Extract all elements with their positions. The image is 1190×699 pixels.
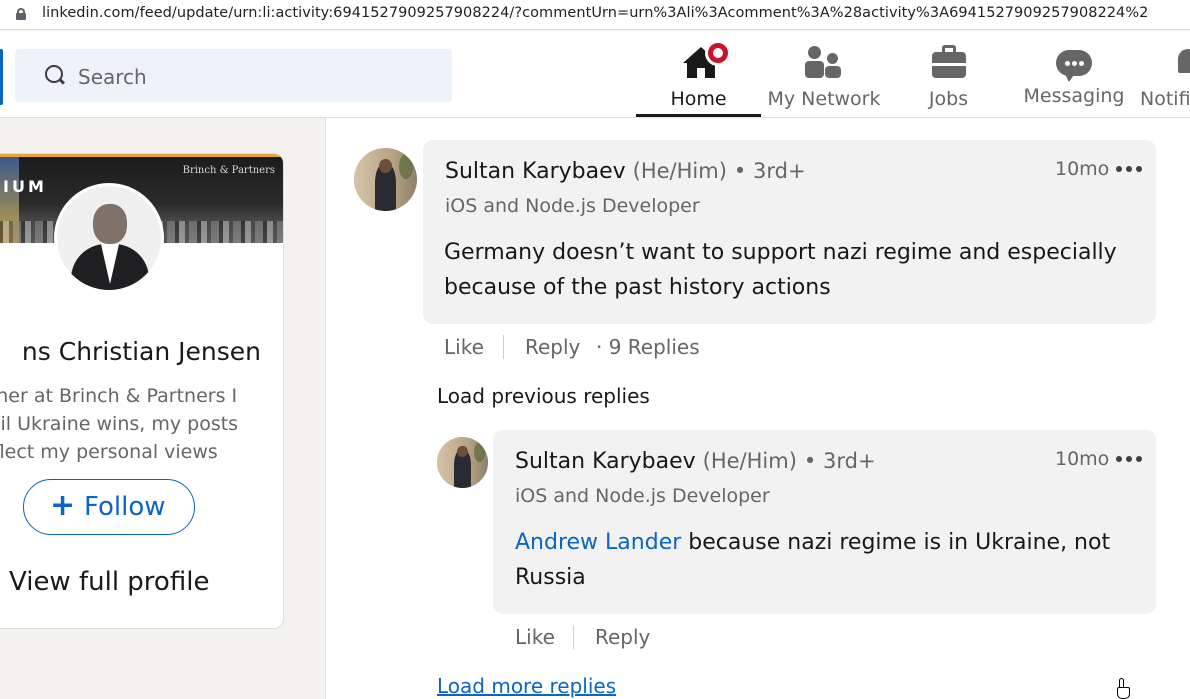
author-pronouns: (He/Him) bbox=[632, 159, 727, 183]
load-more-replies-link[interactable]: Load more replies bbox=[437, 674, 616, 698]
reply-author-avatar[interactable] bbox=[437, 437, 488, 488]
banner-brand: Brinch & Partners bbox=[182, 165, 275, 176]
comment-text: Germany doesn’t want to support nazi reg… bbox=[444, 240, 1117, 300]
search-input[interactable]: Search bbox=[15, 49, 452, 102]
search-placeholder: Search bbox=[78, 65, 147, 89]
lock-icon[interactable] bbox=[16, 8, 26, 20]
reply-button[interactable]: Reply bbox=[595, 625, 650, 649]
replies-count-link[interactable]: · 9 Replies bbox=[596, 335, 700, 359]
comment-timestamp: 10mo bbox=[1055, 158, 1110, 180]
nav-my-network[interactable]: My Network bbox=[761, 31, 887, 118]
address-bar[interactable]: linkedin.com/feed/update/urn:li:activity… bbox=[0, 0, 1190, 30]
nav-jobs[interactable]: Jobs bbox=[887, 31, 1010, 118]
action-divider bbox=[573, 625, 574, 649]
global-nav: Search Home My Network Jobs Messaging No… bbox=[0, 31, 1190, 118]
reply-text: Andrew Lander because nazi regime is in … bbox=[515, 530, 1111, 590]
banner-text: IUM bbox=[3, 177, 47, 196]
reply-timestamp: 10mo bbox=[1055, 448, 1110, 470]
nav-messaging[interactable]: Messaging bbox=[1012, 31, 1136, 118]
chat-bubble-icon bbox=[1054, 48, 1094, 84]
more-options-icon[interactable] bbox=[1116, 166, 1142, 174]
like-button[interactable]: Like bbox=[515, 625, 555, 649]
notification-badge bbox=[704, 40, 731, 66]
comment-author-headline: iOS and Node.js Developer bbox=[445, 195, 700, 217]
nav-home-label: Home bbox=[670, 88, 727, 110]
reply-author-headline: iOS and Node.js Developer bbox=[515, 485, 770, 507]
action-divider bbox=[503, 335, 504, 359]
nav-home[interactable]: Home bbox=[636, 31, 761, 118]
like-button[interactable]: Like bbox=[444, 335, 484, 359]
active-tab-indicator bbox=[636, 114, 761, 117]
search-icon bbox=[45, 65, 63, 83]
follow-button[interactable]: + Follow bbox=[23, 479, 195, 535]
linkedin-logo[interactable] bbox=[0, 49, 3, 105]
more-options-icon[interactable] bbox=[1116, 456, 1142, 464]
nav-jobs-label: Jobs bbox=[928, 88, 969, 110]
connection-degree: • 3rd+ bbox=[803, 449, 876, 473]
nav-notifications-label: Notifi bbox=[1140, 88, 1190, 110]
profile-avatar[interactable] bbox=[54, 183, 164, 293]
commenter-avatar[interactable] bbox=[354, 148, 417, 211]
plus-icon: + bbox=[50, 488, 76, 523]
hand-cursor-icon bbox=[1116, 678, 1130, 699]
reply-author[interactable]: Sultan Karybaev (He/Him) • 3rd+ bbox=[515, 449, 876, 474]
view-full-profile-link[interactable]: View full profile bbox=[9, 567, 209, 597]
mention-link[interactable]: Andrew Lander bbox=[515, 530, 681, 555]
briefcase-icon bbox=[929, 44, 969, 80]
nav-messaging-label: Messaging bbox=[1023, 85, 1125, 107]
load-previous-replies-button[interactable]: Load previous replies bbox=[437, 384, 650, 408]
home-icon bbox=[679, 40, 731, 80]
bell-icon[interactable] bbox=[1178, 49, 1190, 79]
author-profile-card: IUM Brinch & Partners ns Christian Jense… bbox=[0, 153, 284, 629]
profile-headline: rtner at Brinch & Partners I ntil Ukrain… bbox=[0, 385, 239, 463]
connection-degree: • 3rd+ bbox=[733, 159, 806, 183]
people-icon bbox=[804, 44, 844, 80]
follow-label: Follow bbox=[84, 492, 166, 522]
profile-name[interactable]: ns Christian Jensen bbox=[0, 337, 261, 366]
nav-my-network-label: My Network bbox=[767, 88, 881, 110]
comment-author[interactable]: Sultan Karybaev (He/Him) • 3rd+ bbox=[445, 159, 806, 184]
author-pronouns: (He/Him) bbox=[702, 449, 797, 473]
reply-button[interactable]: Reply bbox=[525, 335, 580, 359]
url-text[interactable]: linkedin.com/feed/update/urn:li:activity… bbox=[42, 5, 1148, 21]
